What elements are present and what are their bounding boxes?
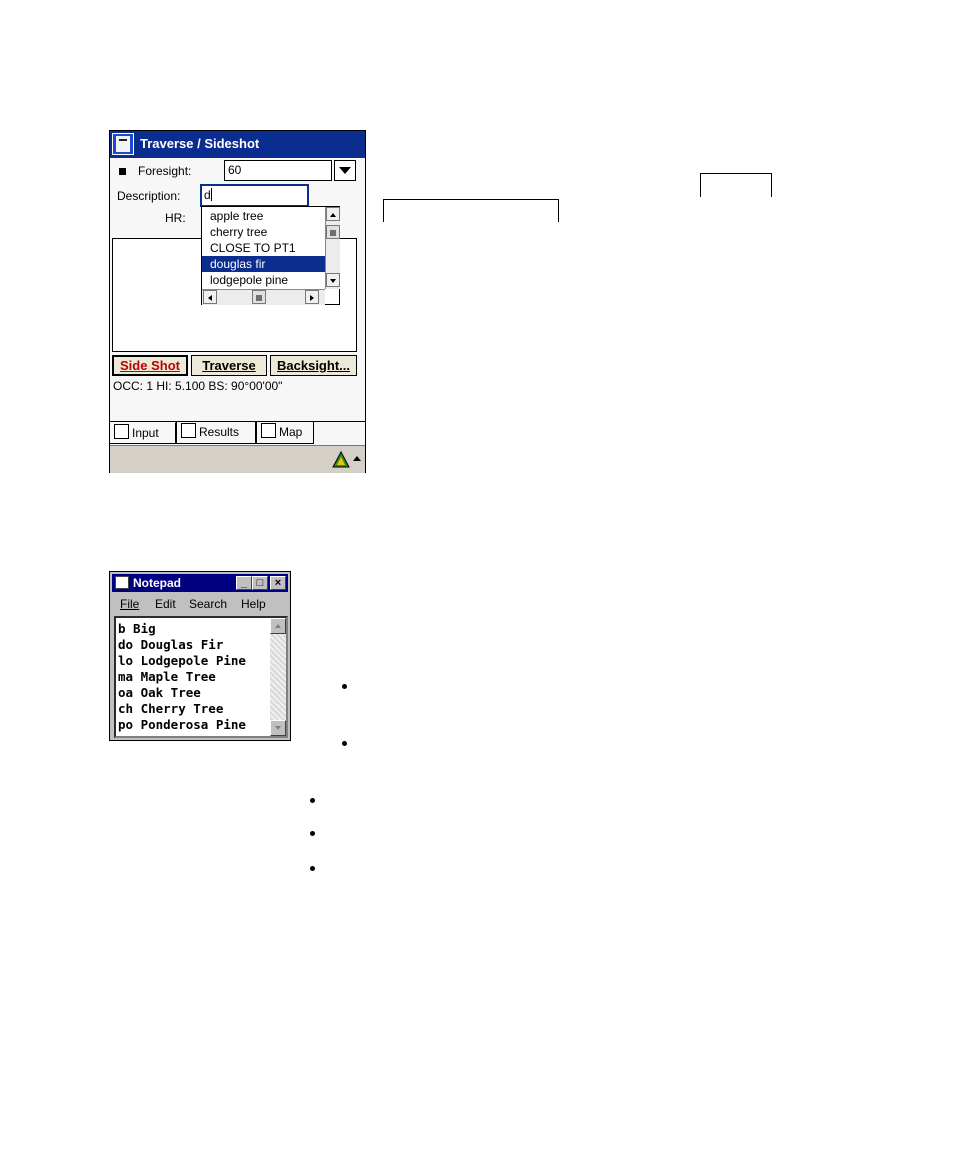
menu-help[interactable]: Help (241, 597, 266, 611)
arrow-right-icon (310, 295, 314, 301)
foresight-bullet-icon (119, 168, 126, 175)
chevron-down-icon (339, 167, 351, 174)
scroll-right-button[interactable] (305, 290, 319, 304)
autocomplete-list[interactable]: apple tree cherry tree CLOSE TO PT1 doug… (201, 206, 340, 305)
maximize-button[interactable]: □ (252, 576, 268, 590)
close-button[interactable]: × (270, 576, 286, 590)
menu-file[interactable]: File (120, 597, 139, 611)
map-icon (261, 423, 276, 438)
command-bar (110, 445, 365, 473)
notepad-menu-bar: File Edit Search Help (110, 594, 290, 614)
list-item[interactable]: lodgepole pine (202, 272, 325, 288)
backsight-button[interactable]: Backsight... (270, 355, 357, 376)
notepad-title-bar: Notepad _ □ × (112, 574, 288, 592)
traverse-button[interactable]: Traverse (191, 355, 267, 376)
text-line: lo Lodgepole Pine (118, 653, 246, 668)
results-icon (181, 423, 196, 438)
side-shot-button[interactable]: Side Shot (112, 355, 188, 376)
grip-icon (256, 295, 262, 301)
input-icon (114, 424, 129, 439)
foresight-dropdown-button[interactable] (334, 160, 356, 181)
hr-label: HR: (165, 211, 186, 225)
window-title: Traverse / Sideshot (140, 136, 260, 151)
foresight-label: Foresight: (138, 164, 192, 178)
list-item[interactable]: CLOSE TO PT1 (202, 240, 325, 256)
vertical-scrollbar[interactable] (325, 207, 340, 289)
notepad-text-area[interactable]: b Big do Douglas Fir lo Lodgepole Pine m… (114, 616, 288, 738)
caret-up-icon[interactable] (352, 454, 362, 464)
scroll-down-button[interactable] (326, 273, 340, 287)
hscroll-thumb[interactable] (252, 290, 266, 304)
app-logo-icon[interactable] (112, 133, 134, 155)
survey-tripod-icon[interactable] (332, 451, 350, 469)
notepad-title: Notepad (133, 576, 181, 590)
arrow-down-icon (275, 726, 281, 730)
arrow-up-icon (330, 213, 336, 217)
list-item-selected[interactable]: douglas fir (202, 256, 325, 272)
minimize-button[interactable]: _ (236, 576, 252, 590)
menu-search[interactable]: Search (189, 597, 227, 611)
scroll-thumb[interactable] (326, 225, 340, 239)
status-text: OCC: 1 HI: 5.100 BS: 90°00'00" (113, 379, 283, 393)
notepad-window: Notepad _ □ × File Edit Search Help b Bi… (109, 571, 291, 741)
tab-results[interactable]: Results (176, 422, 256, 444)
description-value: d (204, 188, 211, 202)
arrow-down-icon (330, 279, 336, 283)
grip-icon (330, 230, 336, 236)
bullet-icon (310, 866, 315, 871)
notepad-scroll-up-button[interactable] (270, 618, 286, 634)
text-caret (210, 188, 212, 201)
notepad-vertical-scrollbar[interactable] (270, 618, 286, 736)
description-input[interactable]: d (200, 184, 309, 207)
outline-box (383, 199, 559, 222)
scroll-left-button[interactable] (203, 290, 217, 304)
title-bar: Traverse / Sideshot (110, 131, 365, 158)
horizontal-scrollbar[interactable] (202, 289, 325, 305)
bullet-icon (310, 831, 315, 836)
arrow-left-icon (208, 295, 212, 301)
bullet-icon (342, 741, 347, 746)
description-label: Description: (117, 189, 181, 203)
bullet-icon (310, 798, 315, 803)
tab-results-label: Results (199, 425, 240, 439)
bullet-icon (342, 684, 347, 689)
traverse-sideshot-window: Traverse / Sideshot Foresight: 60 Descri… (109, 130, 366, 473)
notepad-icon[interactable] (115, 576, 129, 589)
tab-input-label: Input (132, 426, 159, 440)
text-line: po Ponderosa Pine (118, 717, 246, 732)
tab-input[interactable]: Input (110, 422, 176, 444)
text-line: ma Maple Tree (118, 669, 216, 684)
foresight-input[interactable]: 60 (224, 160, 332, 181)
arrow-up-icon (275, 624, 281, 628)
text-line: b Big (118, 621, 156, 636)
text-line: ch Cherry Tree (118, 701, 224, 716)
tab-map-label: Map (279, 425, 303, 439)
menu-edit[interactable]: Edit (155, 597, 176, 611)
notepad-scroll-down-button[interactable] (270, 720, 286, 736)
list-item[interactable]: cherry tree (202, 224, 325, 240)
list-item[interactable]: apple tree (202, 208, 325, 224)
outline-box (700, 173, 772, 197)
text-line: do Douglas Fir (118, 637, 224, 652)
scroll-up-button[interactable] (326, 207, 340, 221)
tab-map[interactable]: Map (256, 422, 314, 444)
text-line: oa Oak Tree (118, 685, 201, 700)
